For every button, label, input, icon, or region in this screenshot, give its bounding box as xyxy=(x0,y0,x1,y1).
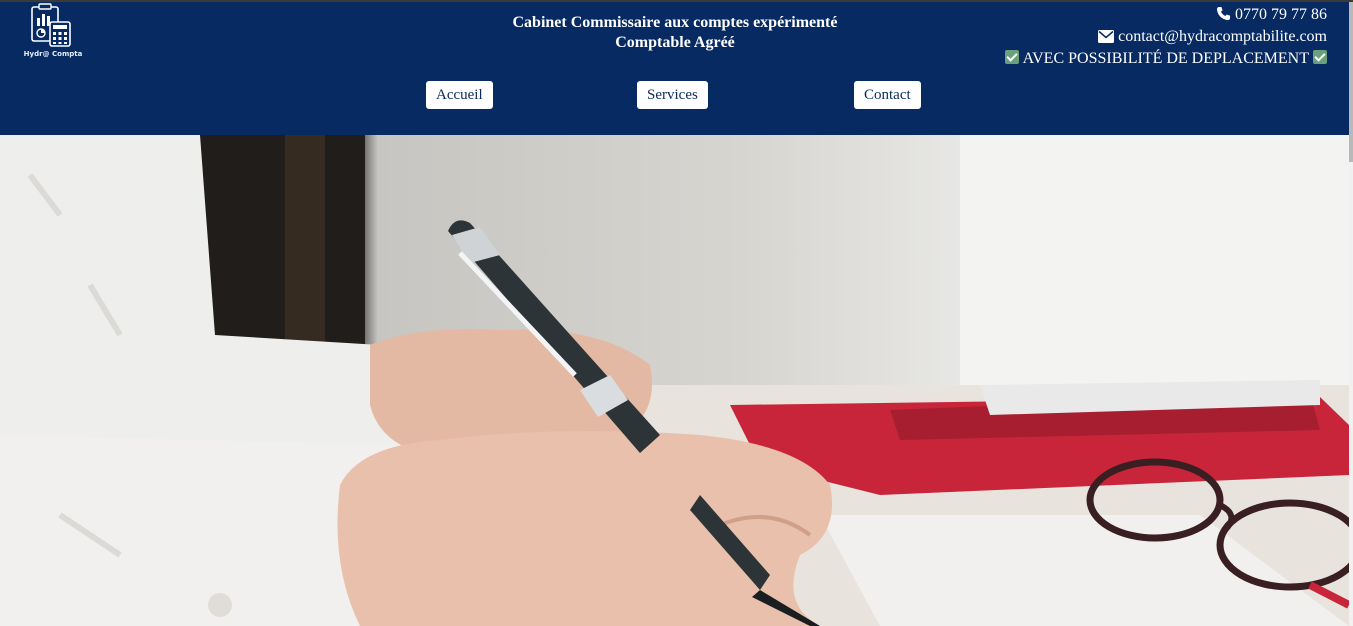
phone-number: 0770 79 77 86 xyxy=(1235,6,1327,23)
title-line-1: Cabinet Commissaire aux comptes expérime… xyxy=(512,14,838,31)
clipboard-calculator-icon xyxy=(31,3,71,47)
contact-info: 0770 79 77 86 contact@hydracomptabilite.… xyxy=(1004,4,1327,70)
title-line-2: Comptable Agréé xyxy=(615,34,735,51)
logo[interactable]: Hydr@ Compta xyxy=(22,2,84,62)
phone-row[interactable]: 0770 79 77 86 xyxy=(1005,4,1327,26)
hero-image xyxy=(0,135,1349,626)
scrollbar[interactable] xyxy=(1349,2,1353,626)
email-address: contact@hydracomptabilite.com xyxy=(1118,28,1327,45)
site-header: Hydr@ Compta Cabinet Commissaire aux com… xyxy=(0,2,1349,135)
page-title: Cabinet Commissaire aux comptes expérime… xyxy=(450,13,900,53)
envelope-icon xyxy=(1098,30,1115,43)
nav-contact-button[interactable]: Contact xyxy=(854,81,921,109)
phone-icon xyxy=(1216,6,1231,21)
scrollbar-thumb[interactable] xyxy=(1349,2,1353,162)
travel-text: AVEC POSSIBILITÉ DE DEPLACEMENT xyxy=(1022,50,1309,67)
check-square-icon xyxy=(1004,50,1019,64)
email-row[interactable]: contact@hydracomptabilite.com xyxy=(1005,26,1327,48)
logo-text: Hydr@ Compta xyxy=(23,50,83,58)
hand-writing-photo xyxy=(0,135,1349,626)
check-square-icon xyxy=(1313,50,1327,64)
nav-accueil-button[interactable]: Accueil xyxy=(426,81,493,109)
nav-services-button[interactable]: Services xyxy=(637,81,708,109)
travel-row: AVEC POSSIBILITÉ DE DEPLACEMENT xyxy=(1004,48,1327,70)
